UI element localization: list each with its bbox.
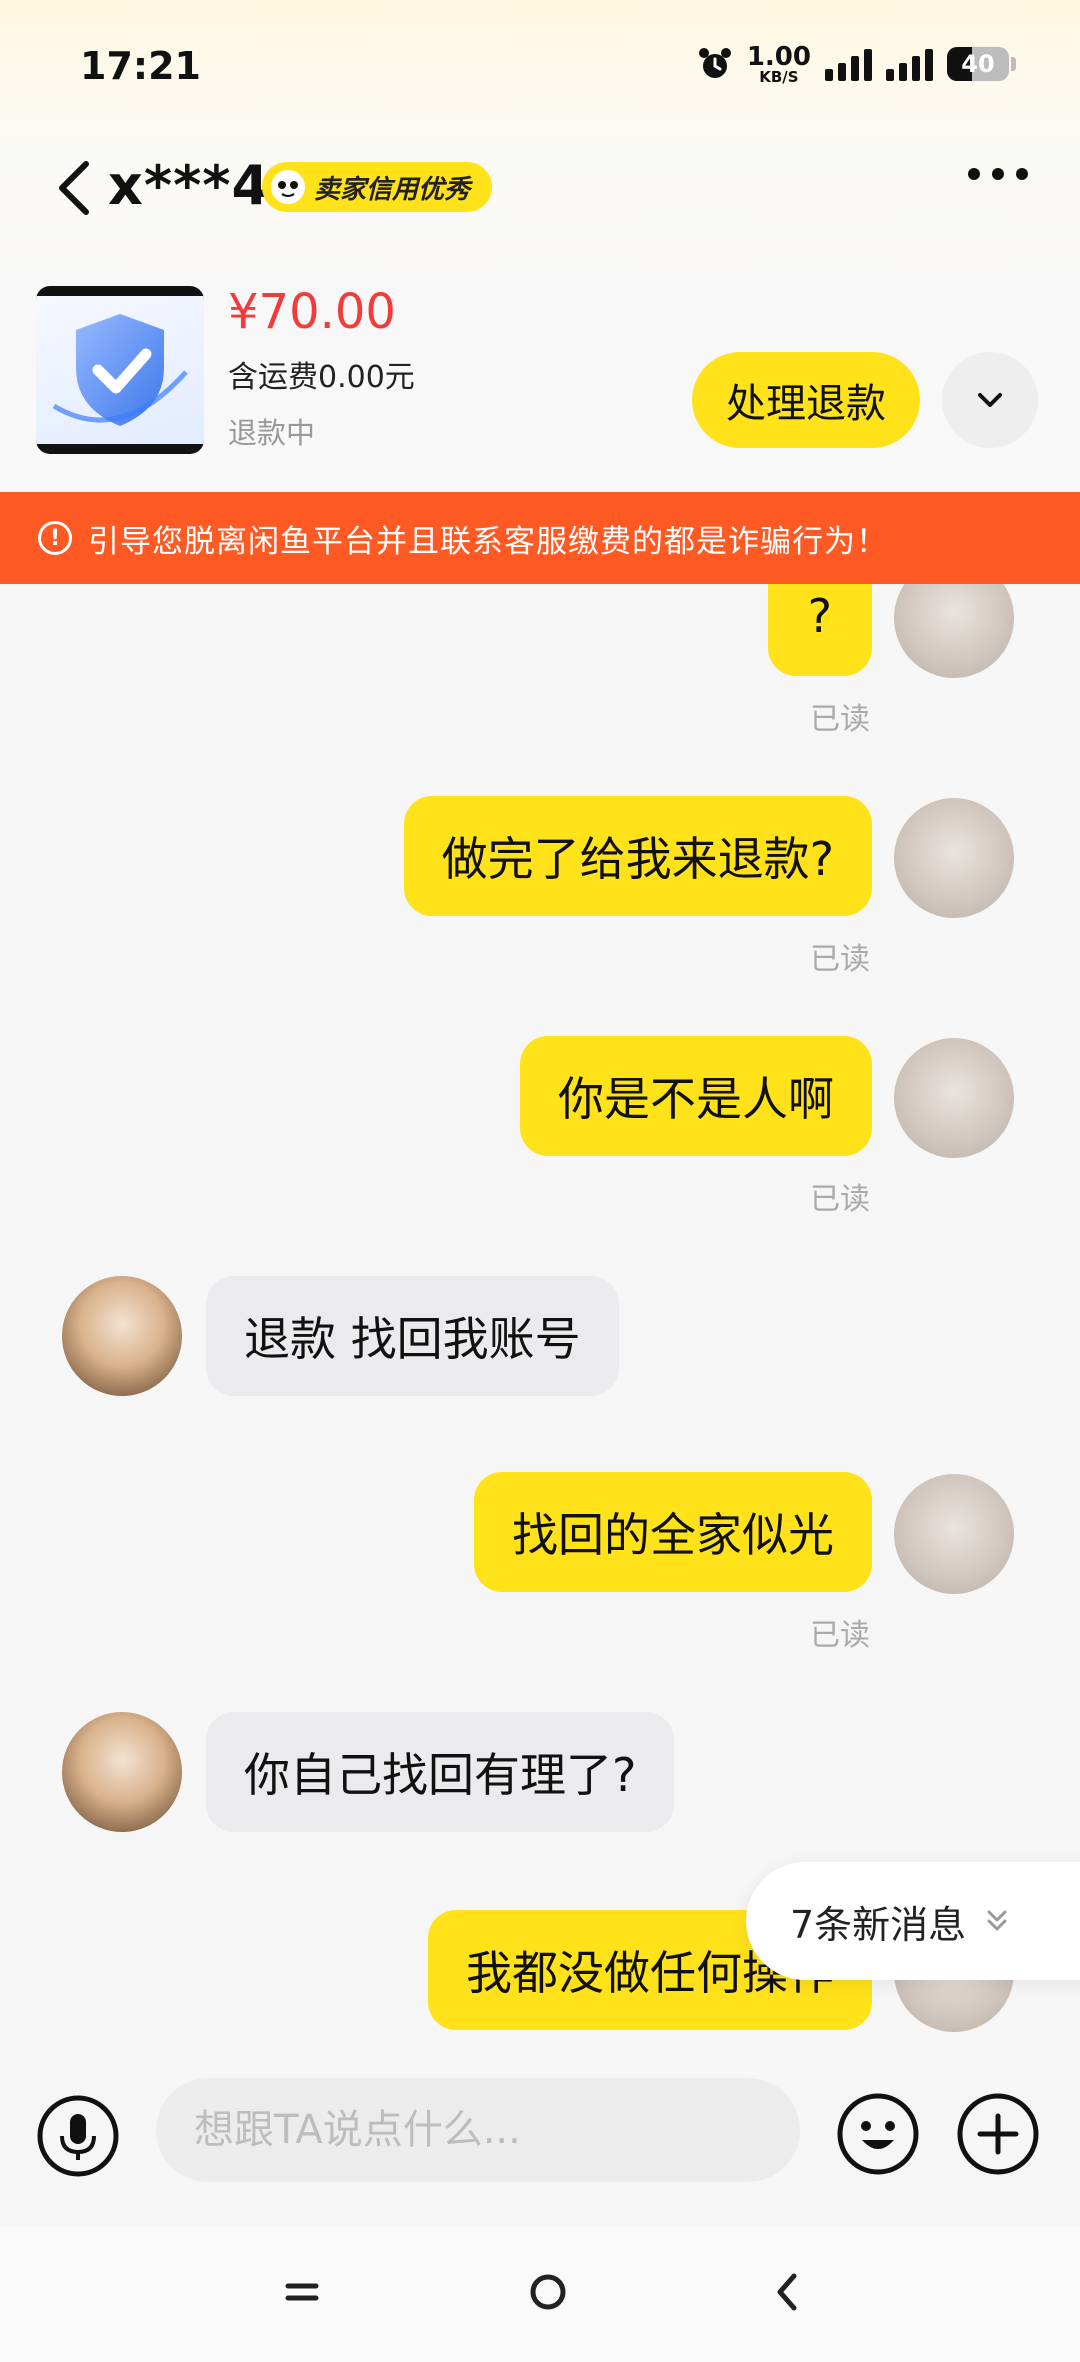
nav-menu-icon[interactable] <box>284 2274 320 2310</box>
my-avatar[interactable] <box>894 1038 1014 1158</box>
microphone-icon[interactable] <box>36 2094 120 2178</box>
read-receipt: 已读 <box>810 702 870 737</box>
alarm-icon <box>698 48 731 78</box>
credit-face-icon <box>271 170 305 204</box>
expand-button[interactable] <box>942 352 1038 448</box>
signal-icon <box>825 47 872 81</box>
my-avatar[interactable] <box>894 798 1014 918</box>
emoji-icon[interactable] <box>836 2092 920 2176</box>
new-messages-label: 7条新消息 <box>790 1902 967 1947</box>
double-chevron-down-icon <box>987 1910 1007 1931</box>
my-avatar[interactable] <box>894 1474 1014 1594</box>
contact-avatar[interactable] <box>62 1712 182 1832</box>
credit-badge[interactable]: 卖家信用优秀 <box>262 162 493 212</box>
battery-icon: 40 <box>947 47 1009 81</box>
contact-avatar[interactable] <box>62 1276 182 1396</box>
message-bubble-sent[interactable]: ? <box>767 584 872 676</box>
read-receipt: 已读 <box>810 1182 870 1217</box>
message-bubble-received[interactable]: 你自己找回有理了? <box>206 1712 675 1832</box>
new-messages-pill[interactable]: 7条新消息 <box>746 1862 1080 1980</box>
read-receipt: 已读 <box>810 942 870 977</box>
page-title[interactable]: x***4 <box>108 154 270 217</box>
battery-level: 40 <box>961 50 995 78</box>
network-speed: 1.00 KB/S <box>747 44 811 85</box>
message-bubble-sent[interactable]: 你是不是人啊 <box>520 1036 872 1156</box>
product-price: ¥70.00 <box>228 284 396 340</box>
shield-icon <box>52 314 188 426</box>
product-thumbnail[interactable] <box>36 286 204 454</box>
nav-home-icon[interactable] <box>528 2272 568 2312</box>
nav-back-icon[interactable] <box>772 2270 802 2314</box>
back-arrow-icon[interactable] <box>52 156 96 220</box>
more-icon[interactable] <box>968 168 1028 180</box>
status-time: 17:21 <box>80 44 201 88</box>
order-status: 退款中 <box>228 416 316 450</box>
process-refund-button[interactable]: 处理退款 <box>692 352 920 448</box>
chat-list[interactable]: ? 已读 做完了给我来退款? 已读 你是不是人啊 已读 退款 找回我账号 找回的… <box>0 584 1080 2080</box>
chevron-down-icon <box>978 393 1002 407</box>
my-avatar[interactable] <box>894 584 1014 678</box>
status-icons: 1.00 KB/S 40 <box>697 40 1016 88</box>
read-receipt: 已读 <box>810 1618 870 1653</box>
shipping-fee: 含运费0.00元 <box>228 360 415 395</box>
message-bubble-sent[interactable]: 做完了给我来退款? <box>403 796 872 916</box>
credit-badge-label: 卖家信用优秀 <box>314 174 471 205</box>
network-speed-value: 1.00 <box>746 41 811 72</box>
message-bubble-received[interactable]: 退款 找回我账号 <box>206 1276 619 1396</box>
plus-icon[interactable] <box>956 2092 1040 2176</box>
warning-text: 引导您脱离闲鱼平台并且联系客服缴费的都是诈骗行为！ <box>88 523 888 560</box>
signal-icon <box>886 47 933 81</box>
message-input[interactable] <box>156 2078 800 2182</box>
network-speed-unit: KB/S <box>759 67 799 86</box>
warning-icon: ! <box>38 521 72 555</box>
fraud-warning-banner: ! 引导您脱离闲鱼平台并且联系客服缴费的都是诈骗行为！ <box>0 492 1080 584</box>
message-bubble-sent[interactable]: 找回的全家似光 <box>474 1472 872 1592</box>
battery-tip <box>1011 57 1016 71</box>
